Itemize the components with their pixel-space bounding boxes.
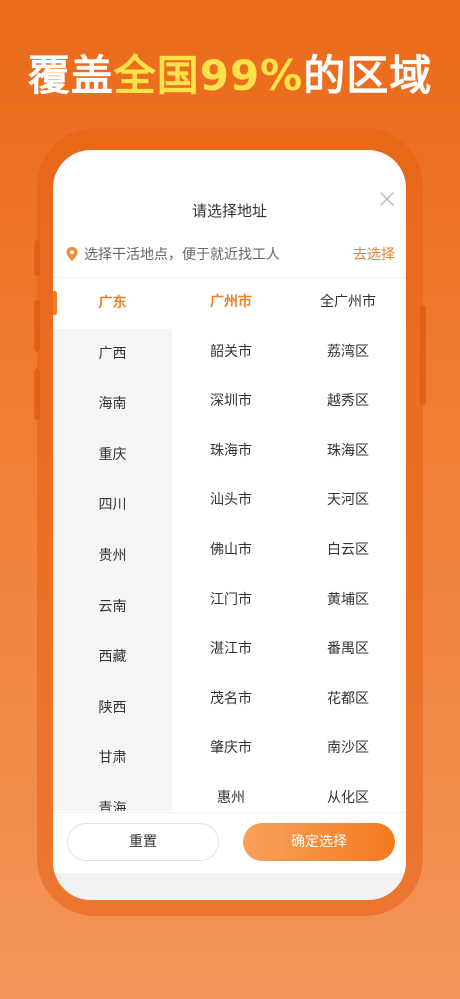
phone-side-button — [34, 300, 40, 352]
province-item[interactable]: 广西 — [53, 329, 172, 380]
phone-side-button — [34, 368, 40, 420]
district-item[interactable]: 黄埔区 — [290, 576, 406, 626]
province-item[interactable]: 海南 — [53, 379, 172, 430]
province-column[interactable]: 广东 广西 海南 重庆 四川 贵州 云南 西藏 陕西 甘肃 青海 — [53, 278, 172, 811]
city-item[interactable]: 肇庆市 — [172, 724, 290, 774]
city-column[interactable]: 广州市 韶关市 深圳市 珠海市 汕头市 佛山市 江门市 湛江市 茂名市 肇庆市 惠州 — [172, 278, 290, 811]
province-item[interactable]: 西藏 — [53, 632, 172, 683]
district-item[interactable]: 天河区 — [290, 476, 406, 526]
close-icon[interactable] — [376, 188, 398, 210]
reset-button[interactable]: 重置 — [67, 823, 219, 861]
province-item[interactable]: 重庆 — [53, 430, 172, 481]
phone-side-button — [34, 240, 40, 276]
district-item[interactable]: 全广州市 — [290, 278, 406, 328]
location-row: 选择干活地点，便于就近找工人 去选择 — [65, 242, 395, 266]
bottom-bar — [53, 873, 406, 900]
district-column[interactable]: 全广州市 荔湾区 越秀区 珠海区 天河区 白云区 黄埔区 番禺区 花都区 南沙区 从化区 — [290, 278, 406, 811]
district-item[interactable]: 越秀区 — [290, 377, 406, 427]
province-item[interactable]: 四川 — [53, 480, 172, 531]
headline-prefix: 覆盖 — [27, 51, 114, 100]
city-item[interactable]: 韶关市 — [172, 328, 290, 378]
city-item[interactable]: 江门市 — [172, 576, 290, 626]
promo-headline: 覆盖全国99%的区域 — [0, 42, 460, 103]
phone-side-button — [420, 305, 426, 405]
district-item[interactable]: 珠海区 — [290, 427, 406, 477]
map-pin-icon — [65, 246, 79, 262]
dialog-footer: 重置 确定选择 — [53, 812, 406, 873]
province-item[interactable]: 甘肃 — [53, 733, 172, 784]
district-item[interactable]: 白云区 — [290, 526, 406, 576]
city-item[interactable]: 湛江市 — [172, 625, 290, 675]
choose-location-link[interactable]: 去选择 — [353, 244, 395, 264]
city-item[interactable]: 广州市 — [172, 278, 290, 328]
district-item[interactable]: 荔湾区 — [290, 328, 406, 378]
location-hint: 选择干活地点，便于就近找工人 — [84, 247, 280, 263]
city-item[interactable]: 深圳市 — [172, 377, 290, 427]
dialog-title: 请选择地址 — [191, 202, 267, 220]
district-item[interactable]: 从化区 — [290, 774, 406, 811]
province-item[interactable]: 青海 — [53, 784, 172, 811]
province-item[interactable]: 贵州 — [53, 531, 172, 582]
headline-suffix: 的区域 — [303, 51, 433, 100]
district-item[interactable]: 花都区 — [290, 675, 406, 725]
confirm-button[interactable]: 确定选择 — [243, 823, 395, 861]
province-item[interactable]: 云南 — [53, 582, 172, 633]
city-item[interactable]: 惠州 — [172, 774, 290, 811]
city-item[interactable]: 汕头市 — [172, 476, 290, 526]
district-item[interactable]: 南沙区 — [290, 724, 406, 774]
address-picker-dialog: 请选择地址 选择干活地点，便于就近找工人 去选择 广东 广西 海南 重庆 四川 贵州 云南西… — [53, 150, 406, 900]
city-item[interactable]: 茂名市 — [172, 675, 290, 725]
city-item[interactable]: 珠海市 — [172, 427, 290, 477]
city-item[interactable]: 佛山市 — [172, 526, 290, 576]
district-item[interactable]: 番禺区 — [290, 625, 406, 675]
province-item[interactable]: 广东 — [53, 278, 172, 329]
province-item[interactable]: 陕西 — [53, 683, 172, 734]
headline-highlight: 全国99% — [113, 51, 304, 100]
region-picker: 广东 广西 海南 重庆 四川 贵州 云南 西藏 陕西 甘肃 青海 广州市 韶关市 深圳市 珠海市 汕头市 佛山… — [53, 278, 406, 811]
